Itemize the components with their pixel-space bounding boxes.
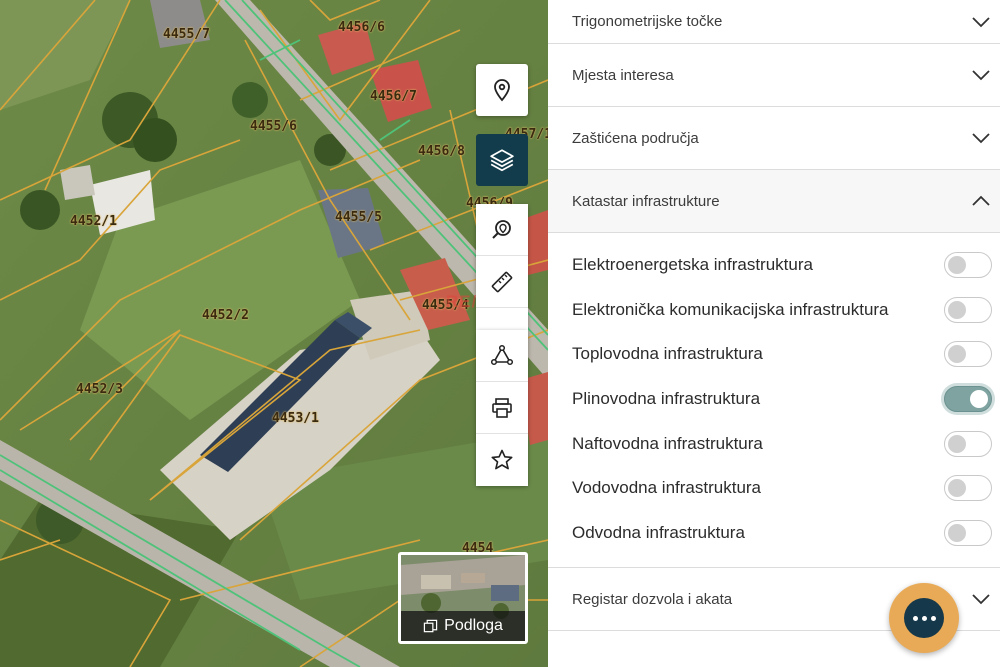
layers-panel: Trigonometrijske točke Mjesta interesa Z… [548,0,1000,667]
parcel-label: 4452/2 [202,308,249,323]
layer-row-electronic-communication: Elektronička komunikacijska infrastruktu… [548,288,1000,333]
parcel-label: 4455/6 [250,119,297,134]
infrastructure-layer-list: Elektroenergetska infrastruktura Elektro… [548,233,1000,569]
parcel-label: 4456/8 [418,144,465,159]
chevron-up-icon [970,190,992,212]
section-protected-areas[interactable]: Zaštićena područja [548,107,1000,170]
layer-row-gas: Plinovodna infrastruktura [548,377,1000,422]
search-pin-icon [492,219,511,239]
parcel-label: 4452/3 [76,382,123,397]
ruler-icon [491,271,513,292]
layer-label: Odvodna infrastruktura [572,522,745,542]
parcel-label: 4452/1 [70,214,117,229]
section-label: Mjesta interesa [572,66,674,84]
layer-label: Naftovodna infrastruktura [572,433,763,453]
section-label: Katastar infrastrukture [572,192,720,210]
parcel-label: 4453/1 [272,411,319,426]
layer-toggle[interactable] [944,519,992,546]
layer-row-electric-energy: Elektroenergetska infrastruktura [548,243,1000,288]
print-button[interactable] [476,382,528,434]
basemap-label: Podloga [444,617,503,634]
section-label: Zaštićena područja [572,129,699,147]
star-icon [491,449,513,470]
polygon-icon [490,344,514,365]
section-points-of-interest[interactable]: Mjesta interesa [548,44,1000,107]
layer-toggle[interactable] [944,296,992,323]
printer-icon [492,397,512,418]
layer-toggle[interactable] [944,252,992,279]
layer-row-oil: Naftovodna infrastruktura [548,421,1000,466]
layer-row-water-supply: Vodovodna infrastruktura [548,466,1000,511]
layers-button[interactable] [476,134,528,186]
layer-toggle[interactable] [944,430,992,457]
section-trigonometric-points[interactable]: Trigonometrijske točke [548,0,1000,44]
layer-label: Vodovodna infrastruktura [572,478,762,498]
section-label: Trigonometrijske točke [572,13,723,30]
layer-label: Elektroenergetska infrastruktura [572,255,813,275]
map-view[interactable]: 4455/7 4456/6 4456/7 4455/6 4456/8 4457/… [0,0,548,667]
measure-button[interactable] [476,256,528,308]
layer-toggle[interactable] [944,341,992,368]
polygon-button[interactable] [476,330,528,382]
layer-row-heating: Toplovodna infrastruktura [548,332,1000,377]
layer-label: Plinovodna infrastruktura [572,389,761,409]
basemap-switcher[interactable]: Podloga [398,552,528,644]
layers-icon [490,149,514,172]
parcel-label: 4456/7 [370,89,417,104]
parcel-label: 4455/4 [422,298,469,313]
chevron-down-icon [970,127,992,149]
layer-label: Toplovodna infrastruktura [572,344,763,364]
chevron-down-icon [970,64,992,86]
layer-label: Elektronička komunikacijska infrastruktu… [572,299,889,319]
favorite-button[interactable] [476,434,528,486]
chevron-down-icon [970,588,992,610]
tool-spacer [476,308,528,330]
basemap-layers-icon [423,619,438,632]
layer-toggle[interactable] [944,386,992,413]
section-label: Registar dozvola i akata [572,590,733,608]
layer-row-drainage: Odvodna infrastruktura [548,511,1000,556]
basemap-bar: Podloga [401,611,525,641]
chat-button[interactable] [889,583,959,653]
map-pin-icon [494,79,510,102]
parcel-label: 4455/5 [335,210,382,225]
layer-toggle[interactable] [944,475,992,502]
parcel-label: 4455/7 [163,27,210,42]
chevron-down-icon [970,11,992,33]
map-tools-lower [476,330,528,486]
parcel-label: 4456/6 [338,20,385,35]
location-button[interactable] [476,64,528,116]
map-tools [476,204,528,330]
search-location-button[interactable] [476,204,528,256]
chat-bubble-icon [904,598,944,638]
section-infrastructure-cadastre[interactable]: Katastar infrastrukture [548,170,1000,233]
